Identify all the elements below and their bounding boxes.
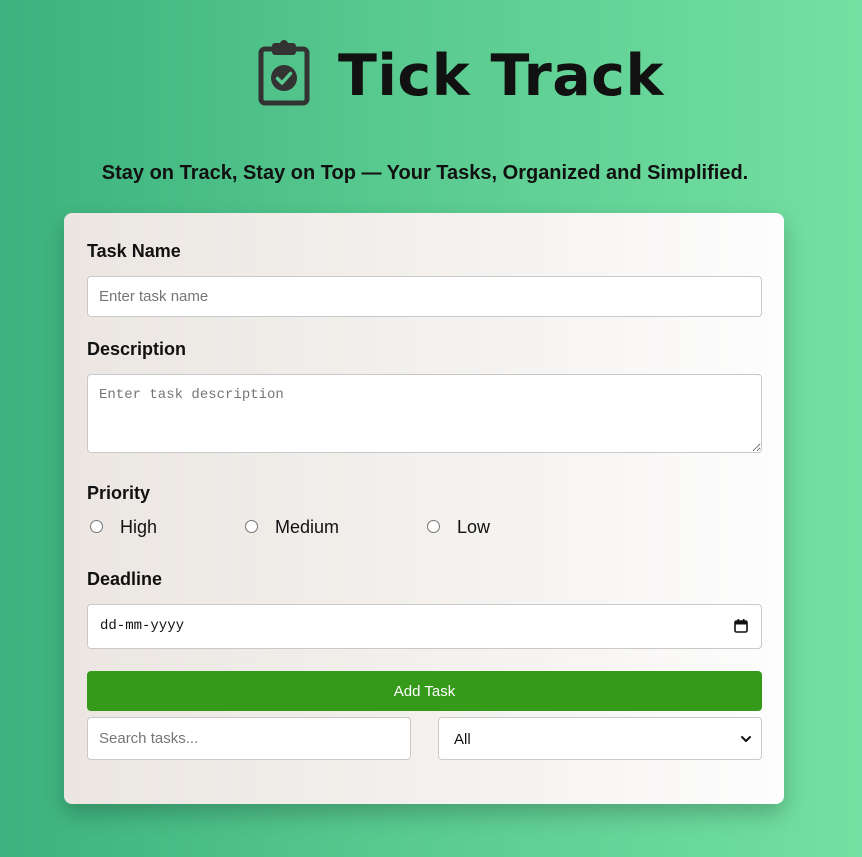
task-form-card: Task Name Description Priority High Medi… [64,213,784,804]
priority-high-radio[interactable] [90,519,103,533]
search-tasks-input[interactable] [87,717,411,760]
deadline-date-input[interactable]: dd-mm-yyyy [87,604,762,649]
deadline-placeholder: dd-mm-yyyy [100,618,185,634]
clipboard-check-icon [258,40,310,106]
priority-medium-label: Medium [275,516,340,537]
deadline-label: Deadline [87,569,163,589]
description-label: Description [87,339,187,359]
app-title: Tick Track [338,43,664,109]
priority-label: Priority [87,483,151,503]
priority-option-high[interactable]: High [90,515,157,539]
filter-selected-value: All [454,731,471,748]
add-task-button[interactable]: Add Task [87,671,762,711]
priority-radio-group: High Medium Low [87,515,762,539]
app-header: Tick Track [0,38,862,109]
task-name-label: Task Name [87,241,181,261]
task-name-input[interactable] [87,276,762,317]
description-textarea[interactable] [87,374,762,453]
priority-low-radio[interactable] [427,519,440,533]
priority-option-low[interactable]: Low [427,515,490,539]
priority-low-label: Low [457,516,491,537]
chevron-down-icon [741,736,751,742]
tagline: Stay on Track, Stay on Top — Your Tasks,… [101,162,749,184]
priority-option-medium[interactable]: Medium [245,515,339,539]
calendar-icon[interactable] [734,619,748,633]
priority-medium-radio[interactable] [245,519,258,533]
priority-high-label: High [120,516,158,537]
priority-filter-select[interactable]: All [438,717,762,760]
